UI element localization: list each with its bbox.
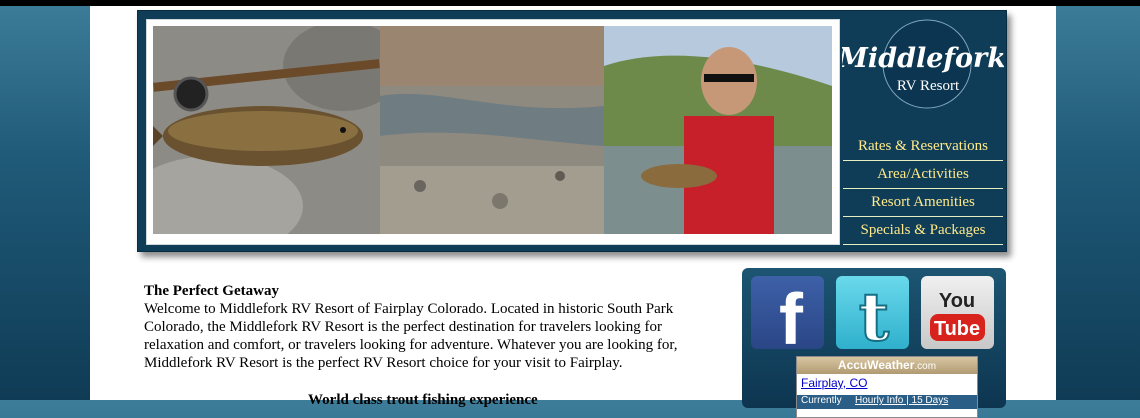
main-content: The Perfect Getaway Welcome to Middlefor… [144, 282, 704, 372]
weather-city-link[interactable]: Fairplay, CO [797, 374, 977, 392]
weather-brand-suffix: .com [914, 361, 937, 372]
logo-subtitle-text: RV Resort [897, 78, 960, 94]
tumblr-glyph: t [859, 278, 890, 349]
content-body: Welcome to Middlefork RV Resort of Fairp… [144, 301, 678, 371]
site-header: Middlefork RV Resort Rates & Reservation… [137, 10, 1007, 252]
weather-current-label: Currently [801, 395, 842, 406]
fish-on-rock-photo [153, 26, 380, 234]
fisherman-photo [604, 26, 832, 234]
weather-info-row: Currently Hourly Info | 15 Days [797, 395, 977, 409]
header-photo-strip [146, 19, 840, 245]
tumblr-icon: t [858, 277, 891, 349]
nav-area-activities[interactable]: Area/Activities [843, 161, 1003, 189]
facebook-icon: f [779, 280, 804, 349]
content-heading: The Perfect Getaway [144, 283, 279, 299]
youtube-bottom-text: Tube [934, 318, 980, 340]
logo-script-text: Middlefork [842, 43, 1004, 74]
facebook-button[interactable]: f [751, 276, 824, 349]
main-nav: Rates & Reservations Area/Activities Res… [843, 133, 1003, 245]
weather-forecast-links[interactable]: Hourly Info | 15 Days [855, 395, 948, 406]
page-container: Middlefork RV Resort Rates & Reservation… [90, 6, 1056, 418]
stream-photo [380, 26, 604, 234]
nav-specials-packages[interactable]: Specials & Packages [843, 217, 1003, 245]
sidebar-panel: f t You Tube AccuWeather.com Fairplay, C… [742, 268, 1006, 418]
weather-widget: AccuWeather.com Fairplay, CO Currently H… [796, 356, 978, 418]
facebook-glyph: f [779, 280, 804, 349]
nav-resort-amenities[interactable]: Resort Amenities [843, 189, 1003, 217]
weather-brand: AccuWeather [837, 358, 915, 372]
youtube-top-text: You [939, 290, 975, 312]
resort-logo[interactable]: Middlefork RV Resort [837, 15, 1006, 113]
weather-brand-bar: AccuWeather.com [797, 357, 977, 374]
tumblr-button[interactable]: t [836, 276, 909, 349]
nav-rates-reservations[interactable]: Rates & Reservations [843, 133, 1003, 161]
content-subheading: World class trout fishing experience [308, 392, 538, 408]
youtube-icon: You Tube [930, 290, 985, 341]
youtube-button[interactable]: You Tube [921, 276, 994, 349]
